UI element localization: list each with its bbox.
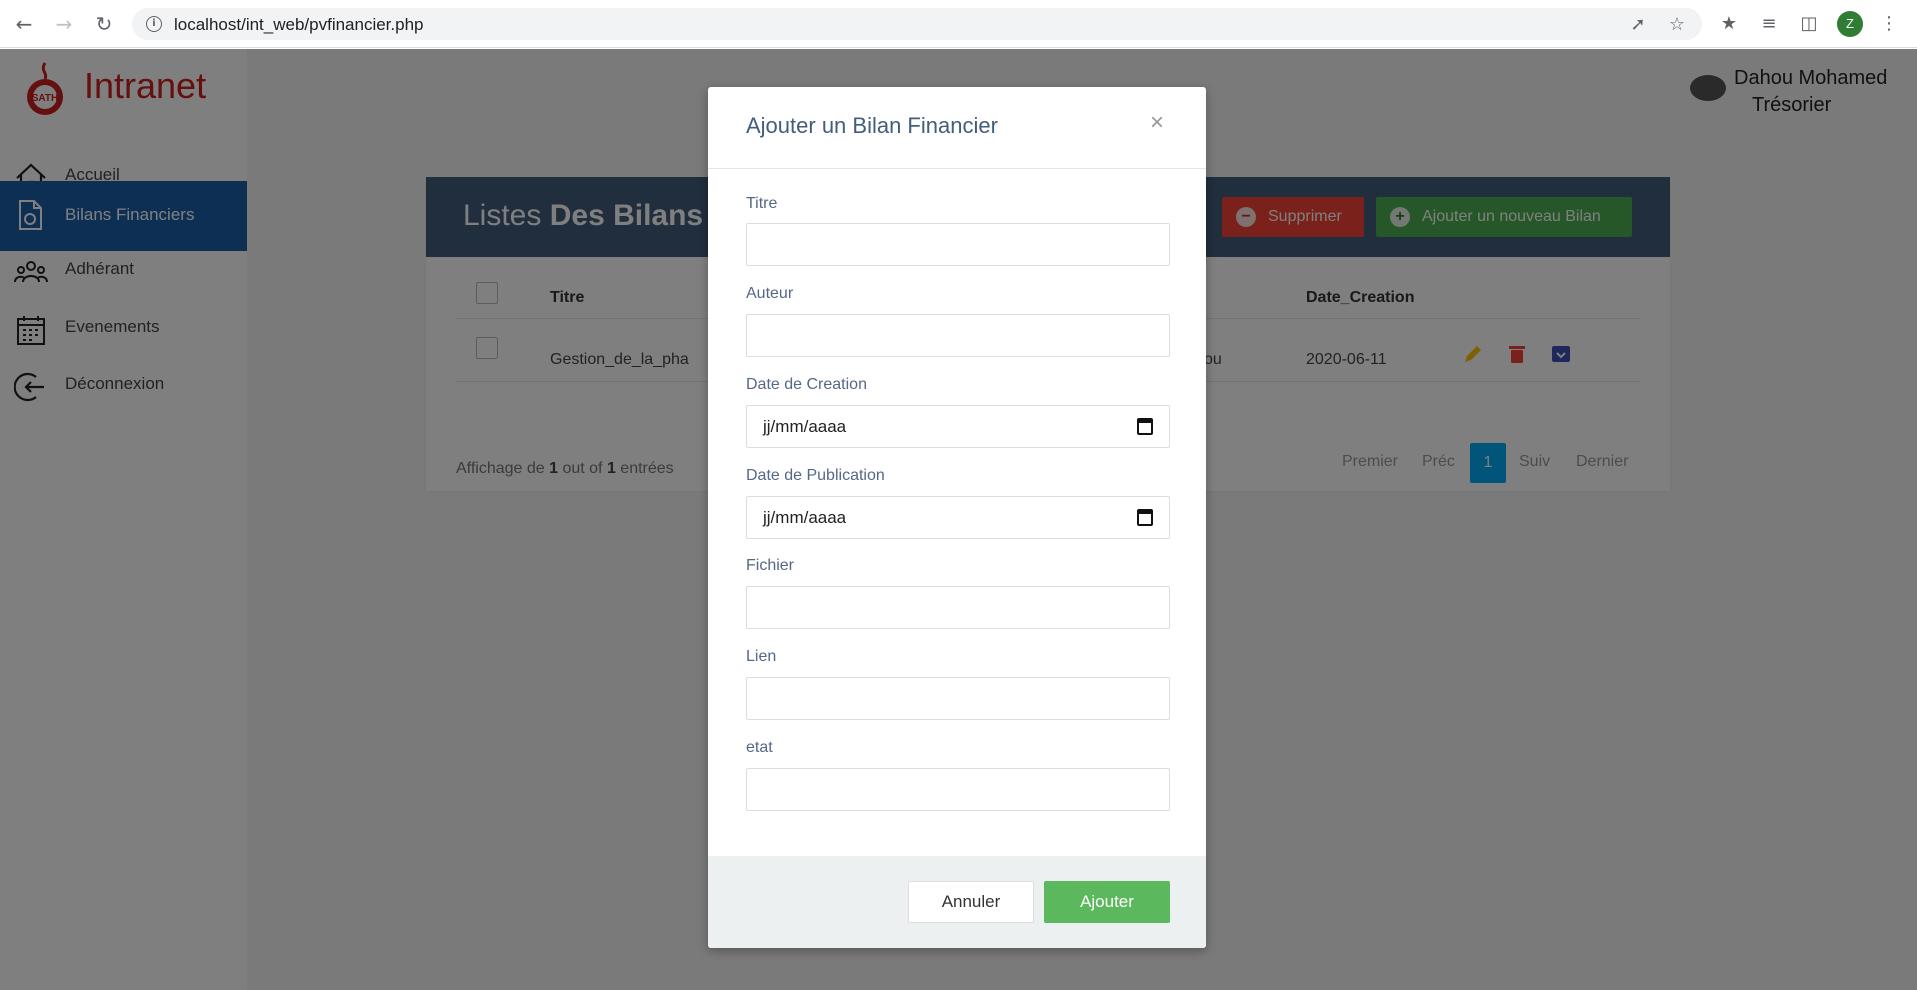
lien-label: Lien (746, 648, 777, 665)
date-placeholder: jj/mm/aaaa (763, 508, 847, 527)
titre-label: Titre (746, 195, 778, 212)
url-text[interactable]: localhost/int_web/pvfinancier.php (174, 15, 424, 35)
forward-icon[interactable]: → (50, 10, 78, 38)
auteur-label: Auteur (746, 285, 794, 302)
date-creation-input[interactable]: jj/mm/aaaa (746, 405, 1170, 448)
side-panel-icon[interactable]: ◫ (1798, 13, 1820, 35)
extensions-icon[interactable]: ★ (1718, 13, 1740, 35)
close-icon[interactable]: × (1150, 109, 1164, 137)
fichier-label: Fichier (746, 557, 795, 574)
fichier-input[interactable] (746, 586, 1170, 629)
calendar-picker-icon[interactable] (1137, 509, 1153, 526)
profile-avatar[interactable]: Z (1837, 11, 1863, 37)
date-publication-input[interactable]: jj/mm/aaaa (746, 496, 1170, 539)
share-icon[interactable]: ➚ (1627, 14, 1649, 36)
back-icon[interactable]: ← (10, 10, 38, 38)
date-placeholder: jj/mm/aaaa (763, 417, 847, 436)
address-bar[interactable]: i localhost/int_web/pvfinancier.php ➚ ☆ (132, 8, 1702, 40)
date-creation-label: Date de Creation (746, 376, 867, 393)
submit-button[interactable]: Ajouter (1044, 881, 1170, 923)
lien-input[interactable] (746, 677, 1170, 720)
modal-footer: Annuler Ajouter (708, 856, 1206, 948)
cancel-button[interactable]: Annuler (908, 881, 1034, 923)
site-info-icon[interactable]: i (146, 16, 162, 32)
auteur-input[interactable] (746, 314, 1170, 357)
media-queue-icon[interactable]: ≡ (1758, 13, 1780, 35)
date-publication-label: Date de Publication (746, 467, 885, 484)
add-bilan-modal: Ajouter un Bilan Financier × Titre Auteu… (708, 87, 1206, 948)
reload-icon[interactable]: ↻ (90, 10, 118, 38)
etat-input[interactable] (746, 768, 1170, 811)
bookmark-star-icon[interactable]: ☆ (1666, 14, 1688, 36)
divider (708, 168, 1206, 169)
modal-title: Ajouter un Bilan Financier (746, 113, 998, 138)
browser-toolbar: ← → ↻ i localhost/int_web/pvfinancier.ph… (0, 0, 1917, 48)
calendar-picker-icon[interactable] (1137, 418, 1153, 435)
etat-label: etat (746, 739, 773, 756)
menu-kebab-icon[interactable]: ⋮ (1878, 13, 1900, 35)
titre-input[interactable] (746, 223, 1170, 266)
